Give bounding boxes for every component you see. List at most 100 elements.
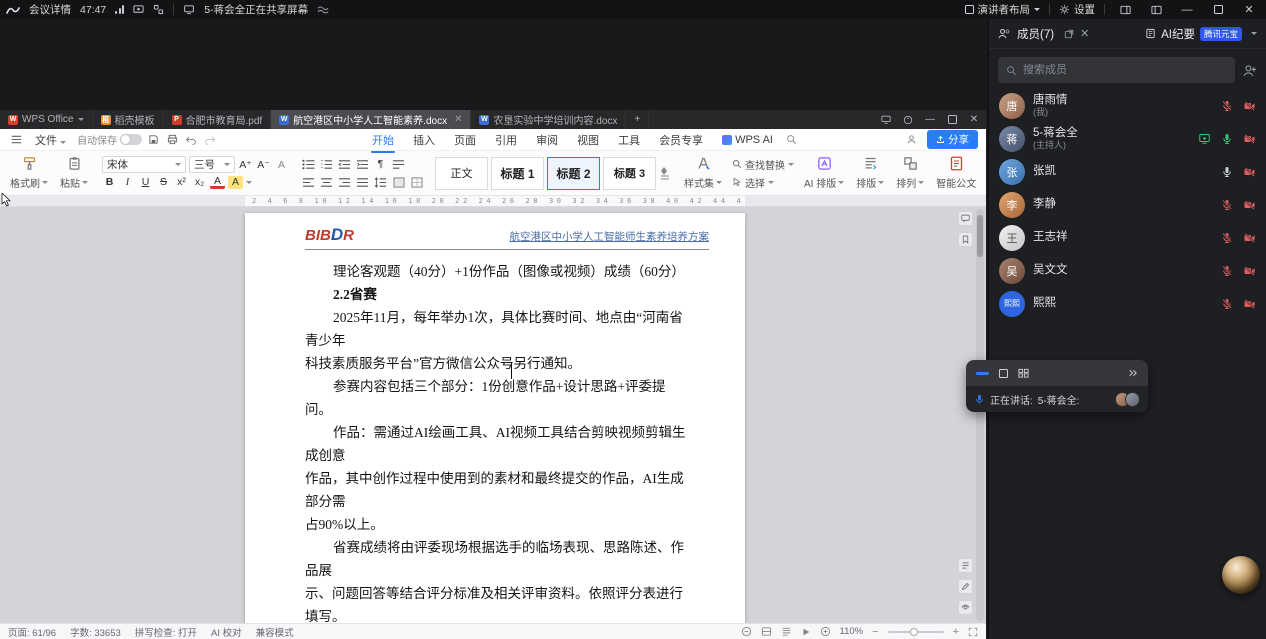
- menu-review[interactable]: 审阅: [528, 130, 566, 150]
- justify-icon[interactable]: [355, 174, 370, 190]
- menu-reference[interactable]: 引用: [487, 130, 525, 150]
- arrange-button[interactable]: 排列: [890, 153, 930, 193]
- member-row[interactable]: 吴 吴文文: [989, 254, 1266, 287]
- view-mode-1-icon[interactable]: [741, 626, 752, 637]
- undo-icon[interactable]: [183, 132, 199, 148]
- collaborator-icon[interactable]: [903, 132, 919, 148]
- network-icon[interactable]: [153, 4, 164, 15]
- pen-tool-icon[interactable]: [958, 579, 973, 594]
- camera-off-icon[interactable]: [1243, 265, 1256, 277]
- minimize-widget-icon[interactable]: [976, 371, 989, 375]
- font-name-select[interactable]: 宋体: [102, 156, 186, 173]
- view-mode-2-icon[interactable]: [761, 626, 772, 637]
- eye-tool-icon[interactable]: [958, 600, 973, 615]
- collapse-panel-icon[interactable]: [1251, 32, 1257, 35]
- ai-notes-tab[interactable]: AI纪要: [1161, 26, 1195, 42]
- more-font-options-icon[interactable]: [246, 180, 252, 184]
- format-painter-button[interactable]: 格式刷: [4, 153, 54, 193]
- save-icon[interactable]: [145, 132, 161, 148]
- ai-proof-status[interactable]: AI 校对: [211, 625, 242, 639]
- gallery-more-icon[interactable]: [661, 175, 669, 180]
- menu-insert[interactable]: 插入: [405, 130, 443, 150]
- menu-view[interactable]: 视图: [569, 130, 607, 150]
- superscript-button[interactable]: x²: [174, 174, 189, 190]
- hamburger-icon[interactable]: [8, 132, 24, 148]
- underline-button[interactable]: U: [138, 174, 153, 190]
- align-right-icon[interactable]: [337, 174, 352, 190]
- paste-button[interactable]: 粘贴: [54, 153, 94, 193]
- highlight-button[interactable]: A: [228, 175, 243, 189]
- menu-home[interactable]: 开始: [364, 130, 402, 153]
- font-size-select[interactable]: 三号: [189, 156, 235, 173]
- member-row[interactable]: 蒋 5-蒋会全 (主持人): [989, 122, 1266, 155]
- smart-doc-button[interactable]: 智能公文: [930, 153, 982, 193]
- vertical-scrollbar[interactable]: [976, 209, 984, 621]
- search-box[interactable]: [998, 57, 1235, 83]
- meeting-details-button[interactable]: 会议详情: [29, 2, 71, 17]
- message-icon[interactable]: [876, 110, 896, 129]
- increase-font-icon[interactable]: A⁺: [238, 157, 253, 173]
- mic-idle-icon[interactable]: [1221, 166, 1233, 178]
- share-screen-icon[interactable]: [133, 4, 144, 15]
- fit-page-icon[interactable]: [820, 626, 831, 637]
- font-color-button[interactable]: A: [210, 175, 225, 189]
- redo-icon[interactable]: [202, 132, 218, 148]
- mic-off-icon[interactable]: [1221, 232, 1233, 244]
- strikethrough-button[interactable]: S: [156, 174, 171, 190]
- typeset-button[interactable]: 排版: [850, 153, 890, 193]
- window-view-icon[interactable]: [999, 368, 1008, 378]
- numbered-list-icon[interactable]: [319, 156, 334, 172]
- member-row[interactable]: 唐 唐雨情 (我): [989, 89, 1266, 122]
- bookmark-tool-icon[interactable]: [958, 232, 973, 247]
- zoom-out-button[interactable]: −: [872, 626, 878, 638]
- wps-maximize-button[interactable]: [942, 110, 962, 129]
- align-left-icon[interactable]: [301, 174, 316, 190]
- zoom-slider[interactable]: [887, 627, 944, 636]
- indent-icon[interactable]: [355, 156, 370, 172]
- camera-off-icon[interactable]: [1243, 133, 1256, 145]
- zoom-level[interactable]: 110%: [840, 626, 864, 637]
- border-icon[interactable]: [409, 174, 424, 190]
- find-replace-button[interactable]: 查找替换: [732, 157, 794, 172]
- mic-off-icon[interactable]: [1221, 265, 1233, 277]
- member-row[interactable]: 李 李静: [989, 188, 1266, 221]
- clear-format-icon[interactable]: A: [274, 157, 289, 173]
- member-row[interactable]: 王 王志祥: [989, 221, 1266, 254]
- print-icon[interactable]: [164, 132, 180, 148]
- maximize-button[interactable]: [1207, 0, 1229, 19]
- wps-close-button[interactable]: ✕: [964, 110, 984, 129]
- style-set-button[interactable]: 样式集: [678, 153, 728, 193]
- camera-off-icon[interactable]: [1243, 100, 1256, 112]
- style-heading1[interactable]: 标题 1: [491, 156, 544, 190]
- share-button[interactable]: 分享: [927, 130, 978, 149]
- yuanbao-assistant-sphere[interactable]: [1222, 556, 1260, 594]
- comment-tool-icon[interactable]: [958, 211, 973, 226]
- spellcheck-status[interactable]: 拼写检查: 打开: [135, 625, 197, 639]
- close-button[interactable]: ✕: [1238, 0, 1260, 19]
- close-tab-icon[interactable]: ✕: [454, 114, 462, 125]
- tab-docer-templates[interactable]: 稻 稻壳模板: [93, 110, 164, 129]
- settings-button[interactable]: 设置: [1059, 2, 1095, 17]
- mic-off-icon[interactable]: [1221, 100, 1233, 112]
- collapse-widget-icon[interactable]: [1127, 368, 1138, 378]
- line-spacing-icon[interactable]: [373, 174, 388, 190]
- ai-typeset-button[interactable]: AI 排版: [798, 153, 850, 193]
- text-direction-icon[interactable]: [391, 156, 406, 172]
- skin-icon[interactable]: [898, 110, 918, 129]
- camera-off-icon[interactable]: [1243, 232, 1256, 244]
- toc-tool-icon[interactable]: [958, 558, 973, 573]
- member-row[interactable]: 熙熙 熙熙: [989, 287, 1266, 320]
- wps-minimize-button[interactable]: —: [920, 110, 940, 129]
- document-area[interactable]: BIBDR 航空港区中小学人工智能师生素养培养方案 理论客观题（40分）+1份作…: [0, 207, 986, 623]
- ruler[interactable]: 2 4 6 8 10 12 14 16 18 20 22 24 26 28 30…: [0, 196, 986, 207]
- select-button[interactable]: 选择: [732, 175, 794, 190]
- style-heading3[interactable]: 标题 3: [603, 156, 656, 190]
- menu-wps-ai[interactable]: WPS AI: [714, 132, 781, 148]
- scrollbar-thumb[interactable]: [977, 215, 983, 257]
- shading-icon[interactable]: [391, 174, 406, 190]
- mic-off-icon[interactable]: [1221, 298, 1233, 310]
- panel-toggle-icon[interactable]: [1114, 0, 1136, 19]
- subscript-button[interactable]: x₂: [192, 174, 207, 190]
- yuanbao-badge[interactable]: 腾讯元宝: [1199, 26, 1242, 41]
- mic-off-icon[interactable]: [1221, 199, 1233, 211]
